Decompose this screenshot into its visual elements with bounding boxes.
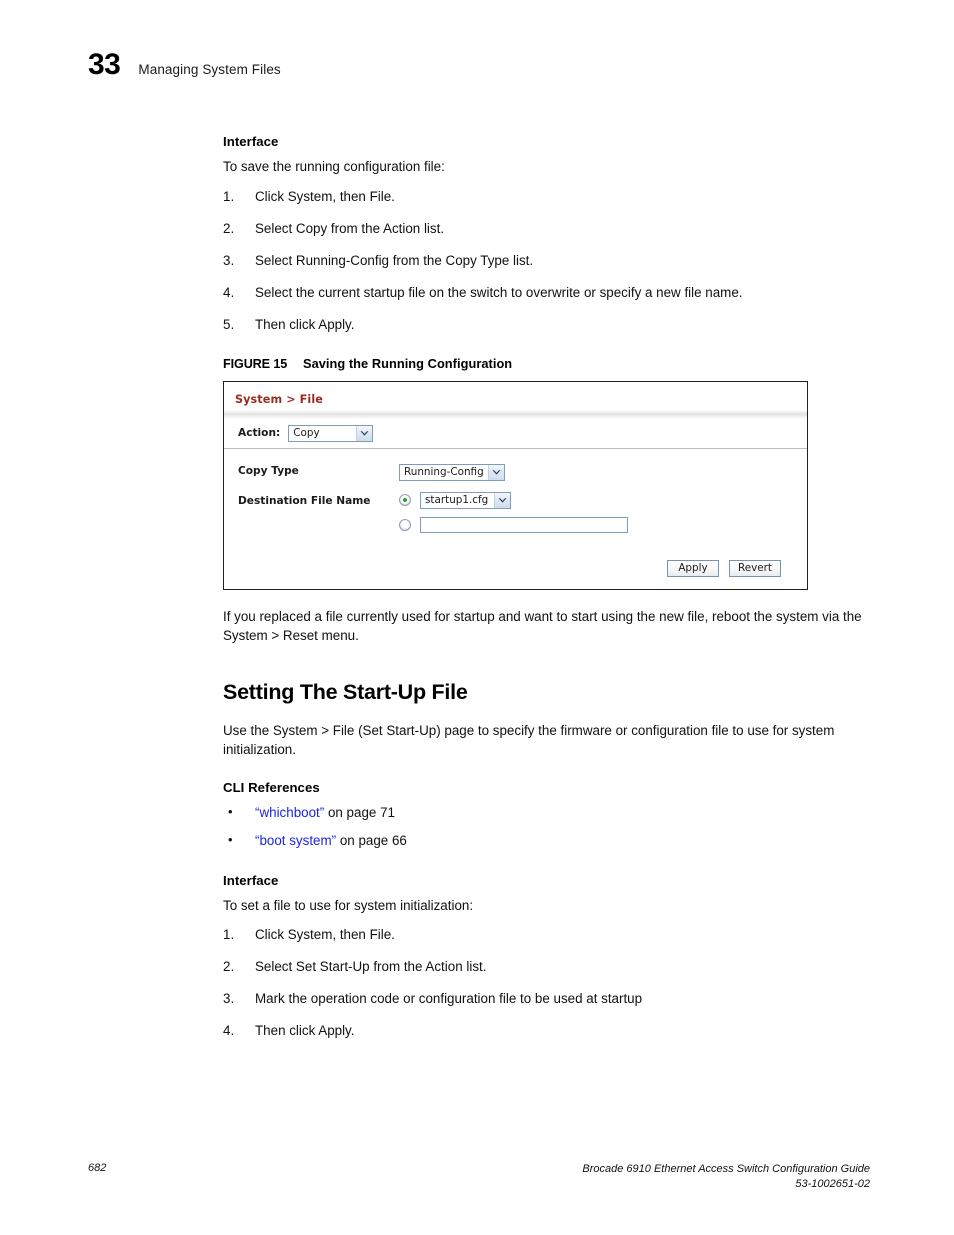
step-text: Then click Apply. <box>255 316 355 332</box>
apply-button[interactable]: Apply <box>667 559 719 577</box>
list-item: 4. Select the current startup file on th… <box>223 283 873 302</box>
destination-file-name-field: Destination File Name startup1.cfg <box>224 491 807 541</box>
chevron-down-icon <box>494 492 510 508</box>
cli-references-heading: CLI References <box>223 779 320 795</box>
step-number: 1. <box>223 927 235 942</box>
step-number: 5. <box>223 316 235 332</box>
post-figure-paragraph: If you replaced a file currently used fo… <box>223 608 862 644</box>
destination-new-row <box>399 516 807 533</box>
footer-doc-number: 53-1002651-02 <box>795 1178 870 1190</box>
steps-list-1: 1. Click System, then File. 2. Select Co… <box>223 187 873 334</box>
destination-file-select-value: startup1.cfg <box>425 493 489 506</box>
list-item: 1. Click System, then File. <box>223 925 873 944</box>
figure-caption: FIGURE 15 Saving the Running Configurati… <box>223 356 873 371</box>
cli-reference-link[interactable]: “boot system” <box>255 833 336 848</box>
cli-reference-link[interactable]: “whichboot” <box>255 805 324 820</box>
page-content: Interface To save the running configurat… <box>223 134 873 1053</box>
list-item: 2. Select Copy from the Action list. <box>223 219 873 238</box>
cli-reference-page: on page 66 <box>336 832 407 848</box>
step-number: 3. <box>223 252 235 268</box>
step-text: Then click Apply. <box>255 1023 355 1038</box>
cli-references-list: • “whichboot” on page 71 • “boot system”… <box>223 803 873 850</box>
page-title: Setting The Start-Up File <box>223 679 468 704</box>
action-row: Action: Copy <box>224 418 807 448</box>
cli-reference-page: on page 71 <box>324 804 395 820</box>
step-number: 2. <box>223 220 235 236</box>
action-select[interactable]: Copy <box>288 424 374 442</box>
copy-type-label: Copy Type <box>238 464 299 477</box>
step-text: Select Running-Config from the Copy Type… <box>255 252 534 268</box>
destination-existing-radio[interactable] <box>399 494 411 506</box>
chevron-down-icon <box>356 425 373 441</box>
step-text: Select the current startup file on the s… <box>255 284 743 300</box>
chapter-title: Managing System Files <box>138 62 281 77</box>
interface-intro-2: To set a file to use for system initiali… <box>223 897 474 913</box>
chevron-down-icon <box>488 464 504 480</box>
copy-type-field: Copy Type Running-Config <box>224 462 807 481</box>
step-text: Mark the operation code or configuration… <box>255 991 643 1006</box>
steps-list-2: 1. Click System, then File. 2. Select Se… <box>223 925 873 1040</box>
document-page: 33 Managing System Files Interface To sa… <box>0 0 954 1235</box>
destination-file-name-label: Destination File Name <box>238 494 371 507</box>
screenshot-form-body: Copy Type Running-Config Destination Fil… <box>224 448 807 589</box>
interface-heading-2: Interface <box>223 872 279 888</box>
revert-button[interactable]: Revert <box>729 559 781 577</box>
titlebar-gradient-band <box>224 409 807 419</box>
step-text: Click System, then File. <box>255 188 395 204</box>
list-item: 3. Select Running-Config from the Copy T… <box>223 251 873 270</box>
chapter-number: 33 <box>88 48 121 81</box>
screenshot-button-bar: Apply Revert <box>224 552 807 589</box>
list-item: • “boot system” on page 66 <box>223 831 873 850</box>
breadcrumb: System > File <box>235 392 323 406</box>
figure-screenshot: System > File Action: Copy Copy Type Run… <box>223 380 808 590</box>
step-number: 2. <box>223 959 235 974</box>
running-head: 33 Managing System Files <box>88 50 281 80</box>
copy-type-select[interactable]: Running-Config <box>399 463 505 481</box>
screenshot-titlebar: System > File <box>224 381 807 410</box>
step-text: Select Copy from the Action list. <box>255 220 445 236</box>
action-label: Action: <box>238 427 281 439</box>
footer-page-number: 682 <box>88 1162 107 1174</box>
list-item: • “whichboot” on page 71 <box>223 803 873 822</box>
bullet-icon: • <box>228 831 233 847</box>
destination-existing-row: startup1.cfg <box>399 491 807 509</box>
action-select-value: Copy <box>293 426 320 439</box>
list-item: 4. Then click Apply. <box>223 1021 873 1040</box>
footer-document-info: Brocade 6910 Ethernet Access Switch Conf… <box>582 1162 870 1192</box>
interface-heading-1: Interface <box>223 134 279 149</box>
footer-guide-title: Brocade 6910 Ethernet Access Switch Conf… <box>582 1163 870 1175</box>
step-number: 4. <box>223 284 235 300</box>
destination-file-select[interactable]: startup1.cfg <box>420 491 511 509</box>
list-item: 1. Click System, then File. <box>223 187 873 206</box>
copy-type-select-value: Running-Config <box>404 465 484 478</box>
destination-new-radio[interactable] <box>399 518 411 531</box>
step-number: 4. <box>223 1023 235 1038</box>
bullet-icon: • <box>228 803 233 819</box>
list-item: 3. Mark the operation code or configurat… <box>223 989 873 1008</box>
list-item: 2. Select Set Start-Up from the Action l… <box>223 957 873 976</box>
copy-type-control: Running-Config <box>399 462 807 481</box>
step-number: 3. <box>223 991 235 1006</box>
destination-new-filename-input[interactable] <box>420 516 628 533</box>
section-two-intro: Use the System > File (Set Start-Up) pag… <box>223 722 835 758</box>
list-item: 5. Then click Apply. <box>223 315 873 334</box>
intro-paragraph-1: To save the running configuration file: <box>223 159 445 174</box>
step-number: 1. <box>223 188 235 204</box>
figure-title: Saving the Running Configuration <box>303 355 513 371</box>
figure-label: FIGURE 15 <box>223 356 288 371</box>
step-text: Select Set Start-Up from the Action list… <box>255 959 487 974</box>
step-text: Click System, then File. <box>255 927 395 942</box>
destination-file-name-control: startup1.cfg <box>399 491 807 541</box>
